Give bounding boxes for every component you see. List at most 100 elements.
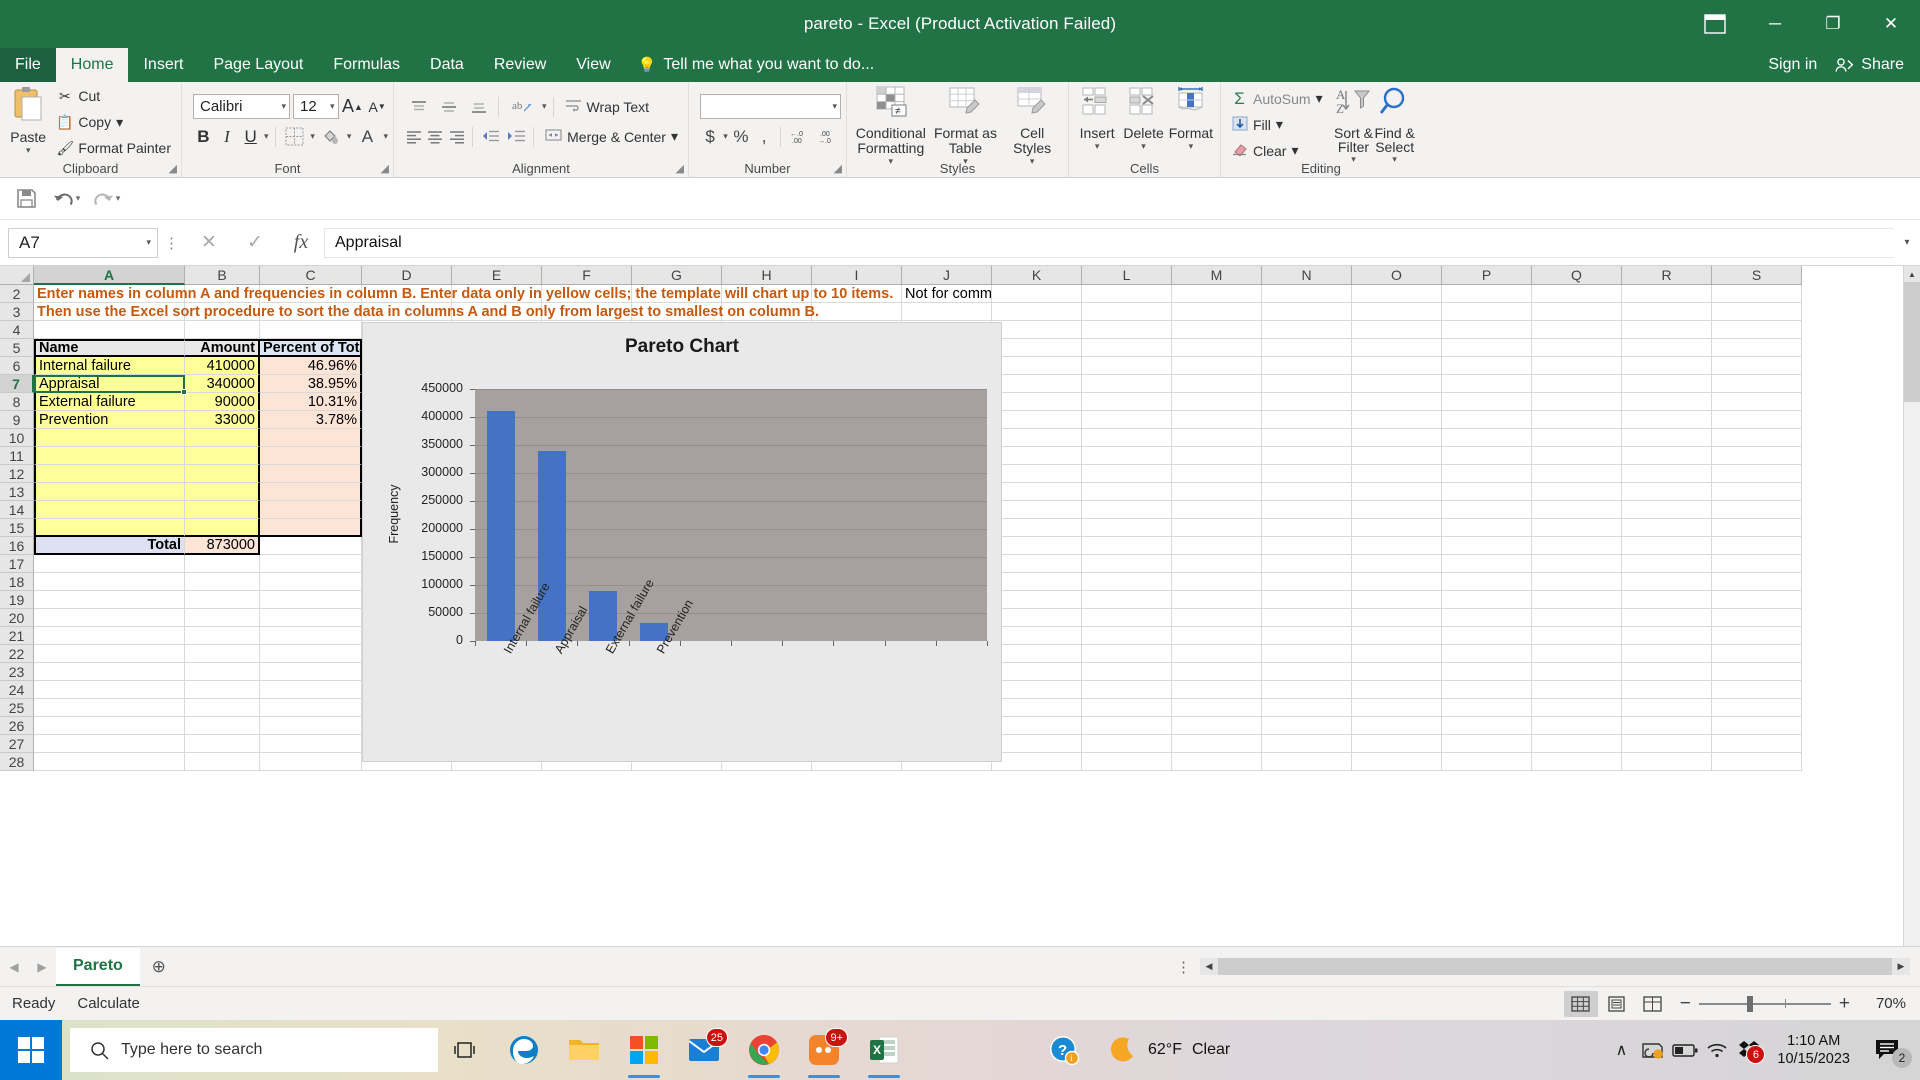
- cell-A26[interactable]: [34, 717, 185, 735]
- cell-C22[interactable]: [260, 645, 362, 663]
- cell-C16[interactable]: [260, 537, 362, 555]
- cell-S15[interactable]: [1712, 519, 1802, 537]
- cell-P15[interactable]: [1442, 519, 1532, 537]
- align-middle-button[interactable]: [435, 94, 462, 120]
- cell-M26[interactable]: [1172, 717, 1262, 735]
- note-line-1[interactable]: Enter names in column A and frequencies …: [34, 285, 893, 303]
- cell-L16[interactable]: [1082, 537, 1172, 555]
- table-cell-name-5[interactable]: [34, 429, 185, 447]
- table-cell-name-9[interactable]: [34, 501, 185, 519]
- table-cell-percent-9[interactable]: [260, 501, 362, 519]
- cell-P20[interactable]: [1442, 609, 1532, 627]
- increase-indent-button[interactable]: [504, 124, 527, 150]
- cell-O19[interactable]: [1352, 591, 1442, 609]
- cell-S9[interactable]: [1712, 411, 1802, 429]
- show-hidden-icons-chevron-icon[interactable]: ∧: [1605, 1020, 1637, 1080]
- cell-C17[interactable]: [260, 555, 362, 573]
- cell-P17[interactable]: [1442, 555, 1532, 573]
- cell-B27[interactable]: [185, 735, 260, 753]
- cell-O13[interactable]: [1352, 483, 1442, 501]
- cell-K6[interactable]: [992, 357, 1082, 375]
- cell-P26[interactable]: [1442, 717, 1532, 735]
- cell-A28[interactable]: [34, 753, 185, 771]
- cell-R15[interactable]: [1622, 519, 1712, 537]
- cell-P5[interactable]: [1442, 339, 1532, 357]
- cell-B25[interactable]: [185, 699, 260, 717]
- row-header-9[interactable]: 9: [0, 411, 34, 429]
- cell-N8[interactable]: [1262, 393, 1352, 411]
- table-cell-amount-6[interactable]: [185, 447, 260, 465]
- cell-P12[interactable]: [1442, 465, 1532, 483]
- cell-L26[interactable]: [1082, 717, 1172, 735]
- undo-icon[interactable]: ▾: [48, 183, 84, 215]
- notifications-button[interactable]: 2: [1862, 1020, 1914, 1080]
- cell-Q23[interactable]: [1532, 663, 1622, 681]
- cell-Q16[interactable]: [1532, 537, 1622, 555]
- cell-O14[interactable]: [1352, 501, 1442, 519]
- cell-M3[interactable]: [1172, 303, 1262, 321]
- add-sheet-button[interactable]: ⊕: [140, 951, 178, 983]
- cell-R6[interactable]: [1622, 357, 1712, 375]
- taskbar-app-edge-icon[interactable]: [494, 1020, 554, 1080]
- cell-A23[interactable]: [34, 663, 185, 681]
- cell-R26[interactable]: [1622, 717, 1712, 735]
- orientation-button[interactable]: ab: [505, 94, 539, 120]
- onedrive-icon[interactable]: [1637, 1020, 1669, 1080]
- cell-O24[interactable]: [1352, 681, 1442, 699]
- minimize-button[interactable]: ─: [1746, 0, 1804, 48]
- table-header-name[interactable]: Name: [34, 339, 185, 357]
- table-cell-amount-5[interactable]: [185, 429, 260, 447]
- vertical-scroll-thumb[interactable]: [1904, 282, 1920, 402]
- row-header-7[interactable]: 7: [0, 375, 34, 393]
- cell-L5[interactable]: [1082, 339, 1172, 357]
- table-header-percent[interactable]: Percent of Total: [260, 339, 362, 357]
- table-cell-name-10[interactable]: [34, 519, 185, 537]
- cell-A21[interactable]: [34, 627, 185, 645]
- cell-N17[interactable]: [1262, 555, 1352, 573]
- cell-O22[interactable]: [1352, 645, 1442, 663]
- table-cell-name-7[interactable]: [34, 465, 185, 483]
- cell-S13[interactable]: [1712, 483, 1802, 501]
- cell-M16[interactable]: [1172, 537, 1262, 555]
- cell-R19[interactable]: [1622, 591, 1712, 609]
- cell-A27[interactable]: [34, 735, 185, 753]
- cell-Q20[interactable]: [1532, 609, 1622, 627]
- sign-in-button[interactable]: Sign in: [1768, 56, 1817, 74]
- cell-R22[interactable]: [1622, 645, 1712, 663]
- row-header-10[interactable]: 10: [0, 429, 34, 447]
- tab-home[interactable]: Home: [55, 48, 129, 82]
- cell-M21[interactable]: [1172, 627, 1262, 645]
- chevron-down-icon[interactable]: ▾: [671, 128, 678, 145]
- cell-Q11[interactable]: [1532, 447, 1622, 465]
- column-header-O[interactable]: O: [1352, 266, 1442, 285]
- cell-M24[interactable]: [1172, 681, 1262, 699]
- column-header-S[interactable]: S: [1712, 266, 1802, 285]
- note-line-2[interactable]: Then use the Excel sort procedure to sor…: [34, 303, 819, 321]
- row-header-4[interactable]: 4: [0, 321, 34, 339]
- cell-L28[interactable]: [1082, 753, 1172, 771]
- cell-Q9[interactable]: [1532, 411, 1622, 429]
- cell-O5[interactable]: [1352, 339, 1442, 357]
- cell-O16[interactable]: [1352, 537, 1442, 555]
- chart-bar[interactable]: [486, 411, 515, 641]
- cell-S3[interactable]: [1712, 303, 1802, 321]
- cell-R7[interactable]: [1622, 375, 1712, 393]
- cell-O18[interactable]: [1352, 573, 1442, 591]
- cell-B18[interactable]: [185, 573, 260, 591]
- zoom-slider[interactable]: − +: [1672, 993, 1858, 1015]
- cell-N12[interactable]: [1262, 465, 1352, 483]
- cell-B23[interactable]: [185, 663, 260, 681]
- table-cell-amount-3[interactable]: 90000: [185, 393, 260, 411]
- cell-P22[interactable]: [1442, 645, 1532, 663]
- cell-R5[interactable]: [1622, 339, 1712, 357]
- table-cell-name-4[interactable]: Prevention: [34, 411, 185, 429]
- cell-N4[interactable]: [1262, 321, 1352, 339]
- clipboard-dialog-launcher[interactable]: ◢: [169, 162, 177, 175]
- cell-R10[interactable]: [1622, 429, 1712, 447]
- cell-L22[interactable]: [1082, 645, 1172, 663]
- cell-S18[interactable]: [1712, 573, 1802, 591]
- save-icon[interactable]: [8, 183, 44, 215]
- cell-P4[interactable]: [1442, 321, 1532, 339]
- cell-S28[interactable]: [1712, 753, 1802, 771]
- cell-L20[interactable]: [1082, 609, 1172, 627]
